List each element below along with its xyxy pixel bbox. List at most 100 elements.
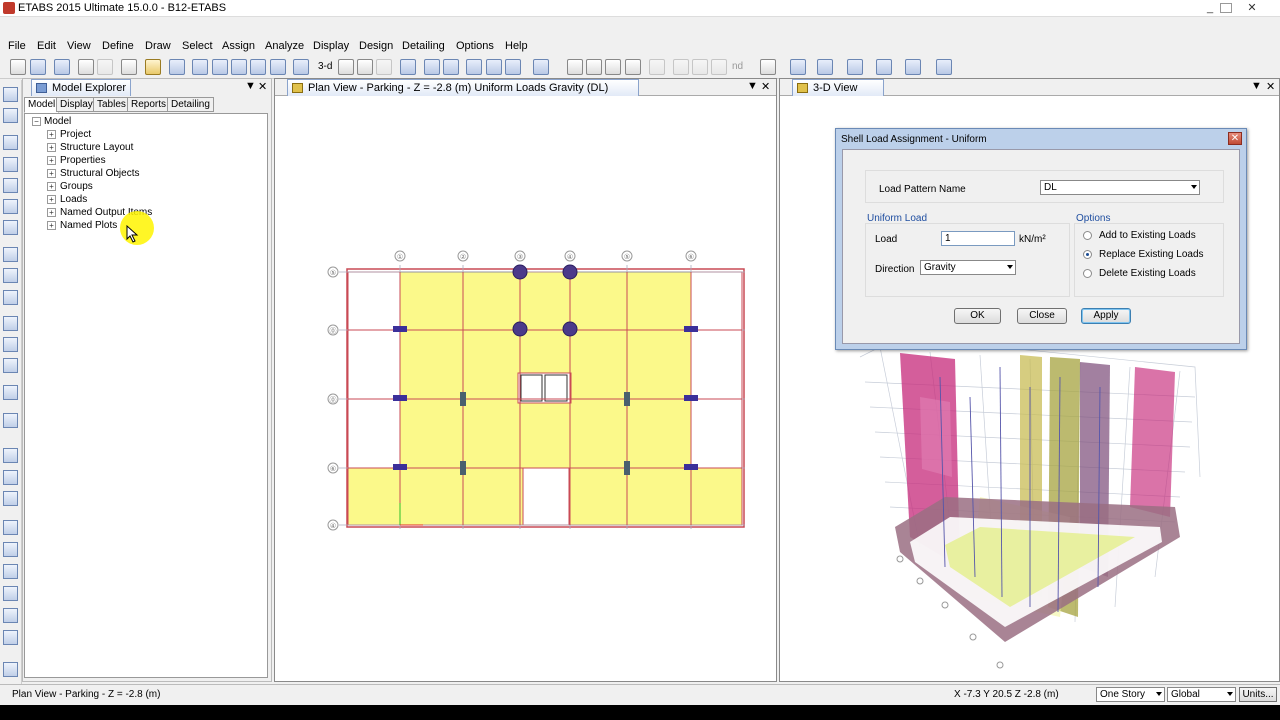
coord-system-select[interactable]: Global [1167, 687, 1236, 702]
draw-reference-point-icon[interactable] [711, 59, 727, 75]
zoom-out-icon[interactable] [250, 59, 266, 75]
plan-close-icon[interactable]: ✕ [761, 80, 770, 93]
units-button[interactable]: Units... [1239, 687, 1277, 702]
tab-detailing[interactable]: Detailing [167, 97, 214, 112]
plan-view-tab[interactable]: Plan View - Parking - Z = -2.8 (m) Unifo… [287, 79, 640, 96]
run-analysis-icon[interactable] [169, 59, 185, 75]
expand-icon[interactable]: + [47, 195, 56, 204]
minimize-icon[interactable]: _ [1202, 1, 1218, 15]
load-pattern-select[interactable]: DL [1040, 180, 1200, 195]
menu-view[interactable]: View [67, 40, 91, 52]
snap-intersections-icon[interactable] [3, 564, 18, 579]
tree-item-groups[interactable]: Groups [60, 181, 93, 192]
collapse-icon[interactable]: − [32, 117, 41, 126]
tree-root-model[interactable]: Model [44, 116, 71, 127]
tab-tables[interactable]: Tables [93, 97, 130, 112]
replace-existing-label[interactable]: Replace Existing Loads [1099, 249, 1204, 260]
restore-icon[interactable] [1220, 3, 1232, 13]
text-tool-icon[interactable] [760, 59, 776, 75]
open-icon[interactable] [30, 59, 46, 75]
zoom-extents-icon[interactable] [270, 59, 286, 75]
draw-grid-icon[interactable] [3, 413, 18, 428]
elevation-view-icon[interactable] [357, 59, 373, 75]
apply-button[interactable]: Apply [1081, 308, 1131, 324]
expand-icon[interactable]: + [47, 130, 56, 139]
expand-icon[interactable]: + [47, 182, 56, 191]
close-window-icon[interactable]: ✕ [1244, 1, 1260, 15]
draw-wall-stack-icon[interactable] [3, 316, 18, 331]
draw-rectangle-icon[interactable] [3, 337, 18, 352]
snap-ends-icon[interactable] [3, 542, 18, 557]
delete-existing-label[interactable]: Delete Existing Loads [1099, 268, 1196, 279]
snap-points-icon[interactable] [3, 520, 18, 535]
select-intersecting-line-icon[interactable] [625, 59, 641, 75]
panel-close-icon[interactable]: ✕ [258, 80, 267, 93]
menu-assign[interactable]: Assign [222, 40, 255, 52]
3d-dropdown-icon[interactable]: ▼ [1251, 80, 1262, 92]
draw-beam-icon[interactable] [3, 157, 18, 172]
lock-icon[interactable] [145, 59, 161, 75]
draw-joint-icon[interactable] [3, 135, 18, 150]
snap-lines-icon[interactable] [3, 608, 18, 623]
rotate-view-icon[interactable] [376, 59, 392, 75]
snap-options-left-icon[interactable] [3, 662, 18, 677]
display-loads-icon[interactable] [817, 59, 833, 75]
replace-existing-radio[interactable] [1083, 250, 1092, 259]
clear-selection-icon[interactable] [605, 59, 621, 75]
ok-button[interactable]: OK [954, 308, 1001, 324]
menu-design[interactable]: Design [359, 40, 393, 52]
model-explorer-tab[interactable]: Model Explorer [31, 79, 131, 96]
draw-wall-icon[interactable] [3, 268, 18, 283]
add-to-existing-label[interactable]: Add to Existing Loads [1099, 230, 1196, 241]
3d-close-icon[interactable]: ✕ [1266, 80, 1275, 93]
tree-item-named-plots[interactable]: Named Plots [60, 220, 117, 231]
redo-icon[interactable] [97, 59, 113, 75]
plan-dropdown-icon[interactable]: ▼ [747, 80, 758, 92]
snap-perpendicular-icon[interactable] [3, 586, 18, 601]
display-links-icon[interactable] [876, 59, 892, 75]
select-all-icon[interactable] [567, 59, 583, 75]
get-previous-selection-icon[interactable] [586, 59, 602, 75]
draw-quick-floor-icon[interactable] [3, 358, 18, 373]
draw-tendon-icon[interactable] [3, 385, 18, 400]
menu-detailing[interactable]: Detailing [402, 40, 445, 52]
menu-options[interactable]: Options [456, 40, 494, 52]
add-to-existing-radio[interactable] [1083, 231, 1092, 240]
nd-toggle[interactable]: nd [732, 61, 743, 72]
draw-column-icon[interactable] [3, 178, 18, 193]
undo-icon[interactable] [78, 59, 94, 75]
set-building-view-icon[interactable] [505, 59, 521, 75]
snap-fine-grid-icon[interactable] [3, 630, 18, 645]
draw-dimension-icon[interactable] [692, 59, 708, 75]
expand-icon[interactable]: + [47, 169, 56, 178]
show-undeformed-icon[interactable] [533, 59, 549, 75]
load-value-input[interactable] [941, 231, 1015, 246]
menu-file[interactable]: File [8, 40, 26, 52]
menu-display[interactable]: Display [313, 40, 349, 52]
tree-item-properties[interactable]: Properties [60, 155, 106, 166]
tree-item-loads[interactable]: Loads [60, 194, 87, 205]
move-down-icon[interactable] [443, 59, 459, 75]
refresh-icon[interactable] [121, 59, 137, 75]
new-model-icon[interactable] [10, 59, 26, 75]
menu-edit[interactable]: Edit [37, 40, 56, 52]
draw-link-icon[interactable] [3, 220, 18, 235]
expand-icon[interactable]: + [47, 156, 56, 165]
display-tables-icon[interactable] [905, 59, 921, 75]
menu-analyze[interactable]: Analyze [265, 40, 304, 52]
zoom-in-icon[interactable] [231, 59, 247, 75]
menu-help[interactable]: Help [505, 40, 528, 52]
tab-reports[interactable]: Reports [127, 97, 171, 112]
menu-select[interactable]: Select [182, 40, 213, 52]
zoom-restore-icon[interactable] [212, 59, 228, 75]
draw-brace-icon[interactable] [3, 199, 18, 214]
close-button[interactable]: Close [1017, 308, 1067, 324]
move-up-icon[interactable] [424, 59, 440, 75]
menu-define[interactable]: Define [102, 40, 134, 52]
object-shrink-icon[interactable] [466, 59, 482, 75]
tree-item-structure-layout[interactable]: Structure Layout [60, 142, 133, 153]
draw-opening-icon[interactable] [3, 290, 18, 305]
display-shell-icon[interactable] [847, 59, 863, 75]
tab-model[interactable]: Model [24, 97, 60, 113]
design-check-icon[interactable] [936, 59, 952, 75]
